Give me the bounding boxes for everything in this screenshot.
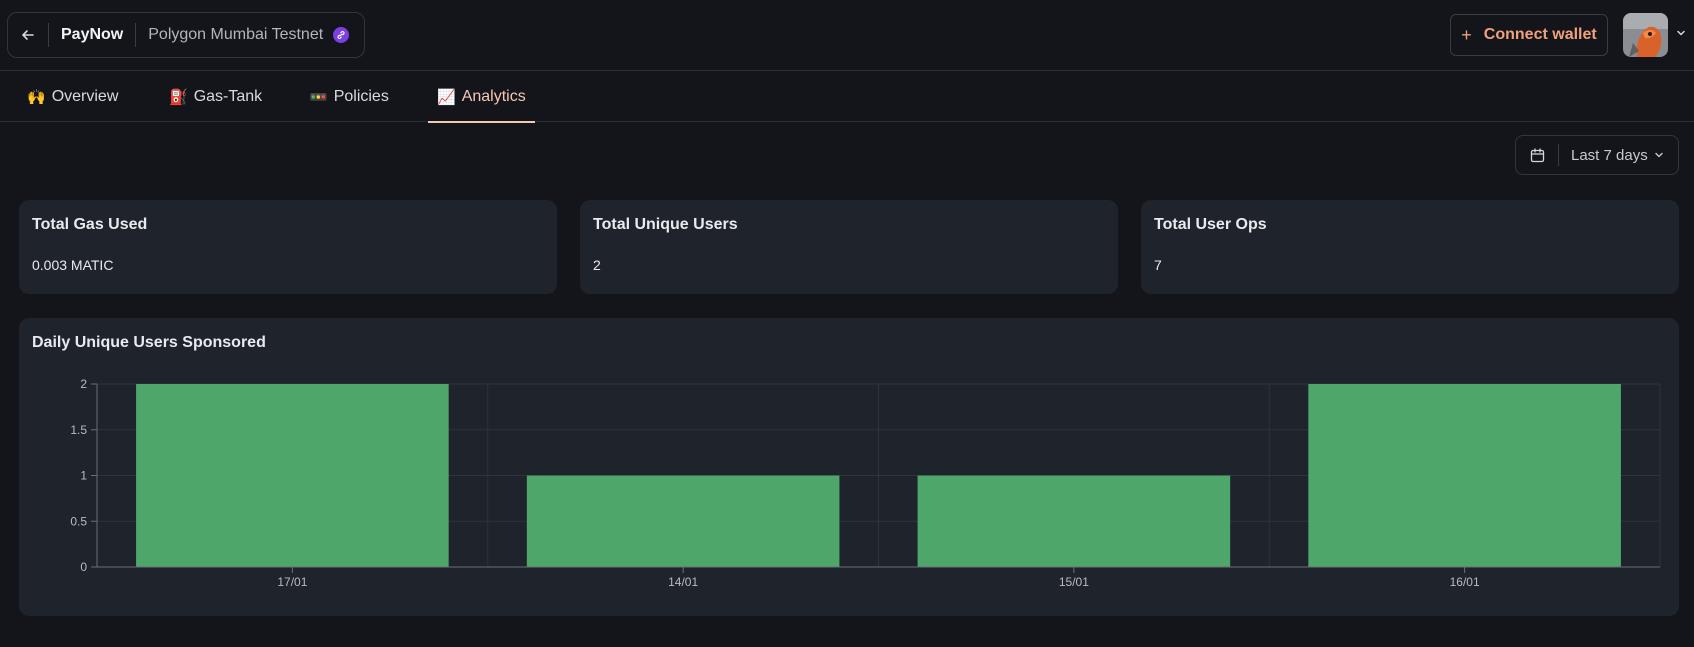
chevron-down-icon (1655, 152, 1663, 158)
bar (917, 475, 1231, 567)
tab-gas-tank[interactable]: ⛽ Gas-Tank (169, 71, 262, 122)
chevron-down-icon[interactable] (1676, 28, 1686, 38)
y-tick-label: 0 (80, 560, 87, 574)
y-tick-label: 0.5 (70, 514, 87, 528)
x-tick-label: 15/01 (1059, 575, 1089, 589)
y-tick-label: 1.5 (70, 423, 87, 437)
stat-title: Total User Ops (1154, 216, 1267, 233)
bar (1308, 384, 1621, 567)
tab-overview[interactable]: 🙌 Overview (27, 71, 118, 122)
stat-card-user-ops: Total User Ops 7 (1141, 200, 1679, 294)
polygon-link-icon (333, 27, 350, 43)
user-avatar[interactable] (1623, 13, 1668, 57)
tab-analytics[interactable]: 📈 Analytics (428, 71, 535, 123)
calendar-icon (1516, 147, 1558, 163)
tab-label: Overview (51, 87, 119, 105)
top-bar: PayNow Polygon Mumbai Testnet + Connect … (0, 0, 1694, 71)
nav-tabs: 🙌 Overview ⛽ Gas-Tank 🚥 Policies 📈 Analy… (0, 71, 1694, 123)
stat-title: Total Unique Users (593, 216, 738, 233)
fuel-pump-icon: ⛽ (169, 88, 188, 106)
bar (136, 384, 449, 567)
tab-policies[interactable]: 🚥 Policies (309, 71, 389, 122)
plus-icon: + (1461, 24, 1472, 45)
chart-card: Daily Unique Users Sponsored 0 0.5 1 1.5 2 17… (19, 318, 1679, 616)
stat-title: Total Gas Used (32, 216, 148, 233)
arrow-left-icon (22, 30, 34, 40)
stat-value: 0.003 MATIC (32, 257, 114, 273)
bar (526, 475, 840, 567)
back-button[interactable] (8, 13, 48, 57)
y-tick-label: 2 (80, 377, 87, 391)
chart-increasing-icon: 📈 (437, 88, 456, 106)
stat-value: 7 (1154, 257, 1162, 273)
date-range-select[interactable]: Last 7 days (1515, 135, 1679, 175)
tab-label: Policies (333, 87, 389, 105)
tab-label: Analytics (461, 87, 526, 105)
y-tick-label: 1 (80, 469, 87, 483)
connect-wallet-label: Connect wallet (1483, 26, 1597, 43)
stat-card-total-gas: Total Gas Used 0.003 MATIC (19, 200, 557, 294)
network-name[interactable]: Polygon Mumbai Testnet (136, 26, 323, 44)
traffic-light-icon: 🚥 (309, 88, 328, 106)
date-range-label: Last 7 days (1571, 146, 1648, 164)
project-selector: PayNow Polygon Mumbai Testnet (7, 12, 365, 58)
x-tick-label: 17/01 (277, 575, 307, 589)
connect-wallet-button[interactable]: + Connect wallet (1450, 14, 1608, 56)
tab-label: Gas-Tank (193, 87, 263, 105)
bar-chart: 0 0.5 1 1.5 2 17/01 14/01 15/01 16/01 (70, 377, 1661, 589)
x-tick-label: 14/01 (668, 575, 698, 589)
stat-value: 2 (593, 257, 601, 273)
raising-hands-icon: 🙌 (27, 88, 46, 106)
stat-card-unique-users: Total Unique Users 2 (580, 200, 1118, 294)
x-tick-label: 16/01 (1450, 575, 1480, 589)
project-name[interactable]: PayNow (49, 26, 135, 44)
